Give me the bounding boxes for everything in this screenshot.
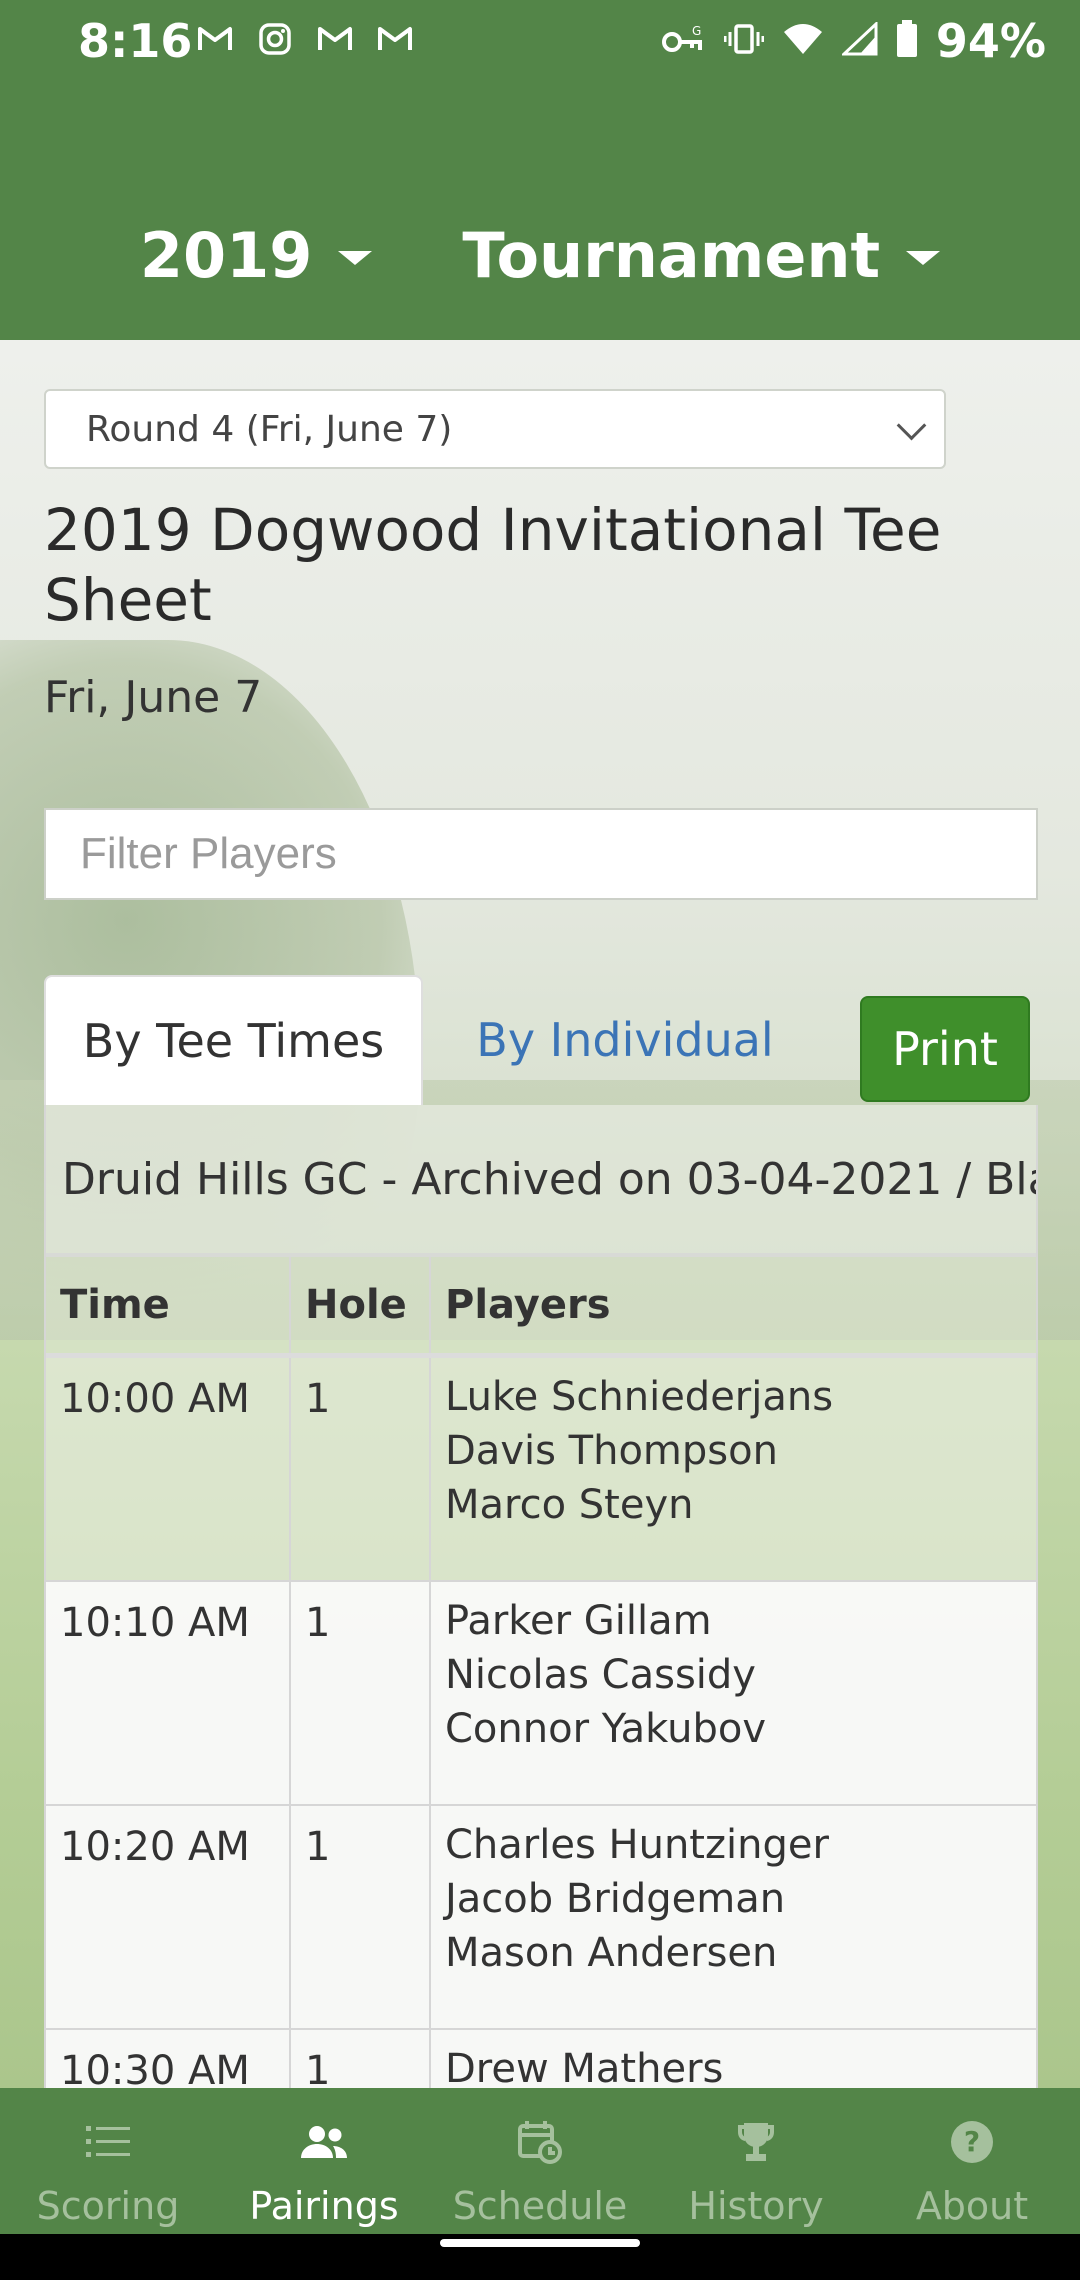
players-cell: Drew Mathers (430, 2029, 1036, 2090)
column-header-time: Time (46, 1257, 291, 1358)
tee-time: 10:10 AM (46, 1581, 291, 1806)
tee-hole: 1 (290, 2029, 431, 2090)
course-info: Druid Hills GC - Archived on 03-04-2021 … (46, 1105, 1036, 1257)
tee-time: 10:20 AM (46, 1805, 291, 2030)
top-app-bar: 8:16 G 94% 2019 Tournament (0, 0, 1080, 340)
table-row: 10:00 AM 1 Luke Schniederjans Davis Thom… (46, 1355, 1036, 1582)
tee-time: 10:30 AM (46, 2029, 291, 2090)
round-select[interactable]: Round 4 (Fri, June 7) (44, 389, 946, 469)
instagram-icon (256, 20, 294, 58)
filter-players-input[interactable] (44, 808, 1038, 900)
home-indicator[interactable] (440, 2239, 640, 2247)
nav-label: Schedule (452, 2184, 628, 2228)
app-root: 8:16 G 94% 2019 Tournament Round 4 (Fri,… (0, 0, 1080, 2280)
round-date: Fri, June 7 (44, 672, 263, 723)
player-name: Drew Mathers (445, 2046, 724, 2090)
calendar-clock-icon (517, 2118, 563, 2166)
tee-hole: 1 (290, 1805, 431, 2030)
gesture-bar (0, 2234, 1080, 2280)
players-cell: Parker Gillam Nicolas Cassidy Connor Yak… (430, 1581, 1036, 1806)
trophy-icon (734, 2118, 778, 2166)
player-name: Connor Yakubov (445, 1706, 766, 1752)
table-header-row: Time Hole Players (46, 1257, 1036, 1358)
nav-about[interactable]: ? About (864, 2088, 1080, 2234)
header-selectors: 2019 Tournament (0, 210, 1080, 300)
vpn-key-icon: G (661, 22, 706, 60)
wifi-icon (782, 22, 824, 60)
nav-schedule[interactable]: Schedule (432, 2088, 648, 2234)
battery-icon (896, 20, 918, 62)
tee-time: 10:00 AM (46, 1355, 291, 1582)
nav-pairings[interactable]: Pairings (216, 2088, 432, 2234)
tab-by-individual[interactable]: By Individual (455, 975, 795, 1105)
status-time: 8:16 (78, 14, 193, 68)
player-name: Mason Andersen (445, 1930, 778, 1976)
tournament-label: Tournament (462, 218, 881, 292)
print-button[interactable]: Print (860, 996, 1030, 1102)
column-header-hole: Hole (290, 1257, 431, 1358)
tee-sheet-panel: Druid Hills GC - Archived on 03-04-2021 … (44, 1105, 1038, 2090)
tee-times-table: Time Hole Players 10:00 AM 1 Luke Schnie… (46, 1257, 1036, 2090)
nav-label: Scoring (36, 2184, 180, 2228)
chevron-down-icon (896, 410, 927, 441)
status-bar: 8:16 G 94% (0, 0, 1080, 92)
nav-label: History (688, 2184, 824, 2228)
nav-label: Pairings (249, 2184, 399, 2228)
bottom-navigation: Scoring Pairings Schedule History ? Abou… (0, 2088, 1080, 2234)
year-dropdown[interactable]: 2019 (140, 210, 373, 300)
caret-down-icon (906, 251, 941, 265)
svg-text:G: G (692, 24, 701, 38)
players-cell: Luke Schniederjans Davis Thompson Marco … (430, 1355, 1036, 1582)
gmail-icon (376, 20, 414, 58)
battery-percent: 94% (935, 14, 1046, 68)
tournament-dropdown[interactable]: Tournament (462, 210, 941, 300)
tee-hole: 1 (290, 1355, 431, 1582)
nav-scoring[interactable]: Scoring (0, 2088, 216, 2234)
gmail-icon (316, 20, 354, 58)
nav-history[interactable]: History (648, 2088, 864, 2234)
players-cell: Charles Huntzinger Jacob Bridgeman Mason… (430, 1805, 1036, 2030)
list-icon (86, 2118, 130, 2166)
table-row: 10:20 AM 1 Charles Huntzinger Jacob Brid… (46, 1805, 1036, 2030)
table-row: 10:30 AM 1 Drew Mathers (46, 2029, 1036, 2090)
year-label: 2019 (139, 218, 313, 292)
column-header-players: Players (430, 1257, 1036, 1358)
table-row: 10:10 AM 1 Parker Gillam Nicolas Cassidy… (46, 1581, 1036, 1806)
people-icon (299, 2118, 349, 2166)
svg-text:?: ? (964, 2125, 980, 2158)
notification-icons (196, 20, 414, 58)
gmail-icon (196, 20, 234, 58)
tee-hole: 1 (290, 1581, 431, 1806)
system-icons: G 94% (661, 14, 1046, 68)
cell-signal-icon (840, 20, 878, 60)
caret-down-icon (338, 251, 373, 265)
help-circle-icon: ? (950, 2118, 994, 2166)
vibrate-icon (723, 22, 765, 60)
nav-label: About (915, 2184, 1029, 2228)
round-select-value: Round 4 (Fri, June 7) (86, 408, 453, 450)
tab-by-tee-times[interactable]: By Tee Times (44, 975, 423, 1105)
page-title: 2019 Dogwood Invitational Tee Sheet (44, 496, 942, 634)
